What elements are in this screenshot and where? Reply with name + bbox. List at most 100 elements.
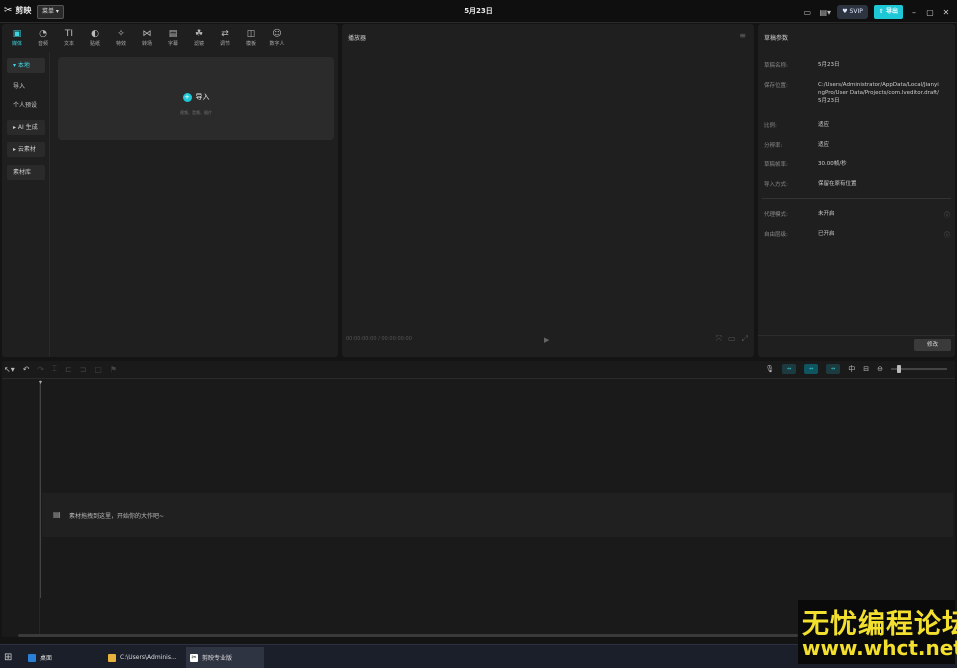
main-track-magnet-icon[interactable]: ⇔ <box>782 364 797 374</box>
watermark: 无忧编程论坛 www.whct.net <box>798 600 957 664</box>
import-dropzone[interactable]: + 导入 视频、音频、图片 <box>58 57 334 140</box>
sidebar-item-personal-preset[interactable]: 个人预设 <box>7 98 45 113</box>
sidebar-item-library[interactable]: 素材库 <box>7 165 45 180</box>
timeline-edit-tools: ↖▾ ↶ ↷ ⌶ ⊏ ⊐ ▢ ⚑ <box>4 364 117 374</box>
layout-icon[interactable]: ▤▾ <box>819 8 831 17</box>
media-panel: ▣ 媒体 ◔ 音频 TI 文本 ◐ 贴纸 ✧ 特效 ⋈ 转场 ▤ 字幕 ☘ 滤镜 ⇄ 调节 ◫ 模板 ☺ 数字人 ▾ 本地… <box>2 24 338 357</box>
tab-template[interactable]: ◫ 模板 <box>238 24 264 51</box>
media-sidebar: ▾ 本地 导入 个人预设 ▸ AI 生成 ▸ 云素材 素材库 <box>2 52 50 357</box>
zoom-out-icon[interactable]: ⊖ <box>877 365 883 373</box>
fit-timeline-icon[interactable]: ⊟ <box>863 365 869 373</box>
play-icon[interactable]: ▶ <box>544 336 549 344</box>
minimize-icon[interactable]: – <box>909 8 919 17</box>
import-button[interactable]: + 导入 <box>58 92 334 102</box>
split-right-icon[interactable]: ⊐ <box>80 365 87 374</box>
close-icon[interactable]: ✕ <box>941 8 951 17</box>
timeline-scrollbar[interactable] <box>18 634 798 637</box>
sticker-icon: ◐ <box>91 28 99 39</box>
taskbar-label: 剪映专业版 <box>202 655 233 662</box>
tab-label: 贴纸 <box>89 40 100 47</box>
menu-button[interactable]: 菜单 ▾ <box>37 5 64 19</box>
prop-value: C:/Users/Administrator/AppData/Local/Jia… <box>818 82 940 104</box>
select-tool-icon[interactable]: ↖▾ <box>4 365 15 374</box>
shortcut-icon[interactable]: ▭ <box>801 8 813 17</box>
crop-icon[interactable]: ⤧ <box>716 334 722 344</box>
info-icon[interactable]: ⓘ <box>944 210 950 219</box>
tab-filter[interactable]: ☘ 滤镜 <box>186 24 212 51</box>
tab-media[interactable]: ▣ 媒体 <box>4 24 30 51</box>
sidebar-item-local[interactable]: ▾ 本地 <box>7 58 45 73</box>
prop-value: 已开启 <box>818 231 835 237</box>
prop-value: 适应 <box>818 122 830 128</box>
split-left-icon[interactable]: ⊏ <box>65 365 72 374</box>
export-label: 导出 <box>885 8 898 15</box>
desktop-icon <box>28 653 36 662</box>
fullscreen-icon[interactable]: ⤢ <box>742 334 748 344</box>
capcut-logo-icon: ✂ <box>4 5 13 16</box>
info-icon[interactable]: ⓘ <box>944 230 950 239</box>
undo-icon[interactable]: ↶ <box>23 365 30 374</box>
tab-transition[interactable]: ⋈ 转场 <box>134 24 160 51</box>
text-icon: TI <box>64 28 74 39</box>
playhead-line[interactable] <box>40 380 41 598</box>
linkage-icon[interactable]: ⇔ <box>826 364 841 374</box>
export-button[interactable]: ⇧ 导出 <box>873 5 903 19</box>
capcut-app-icon: ✂ <box>190 653 198 662</box>
digital-human-icon: ☺ <box>272 28 282 39</box>
taskbar-item-jianying[interactable]: ✂ 剪映专业版 <box>186 647 264 668</box>
redo-icon[interactable]: ↷ <box>37 365 44 374</box>
media-icon: ▣ <box>12 28 22 39</box>
prop-key: 分辨率: <box>764 143 783 149</box>
maximize-icon[interactable]: ▢ <box>925 8 935 17</box>
prop-key: 自由层级: <box>764 232 788 238</box>
prop-value: 5月23日 <box>818 62 840 68</box>
microphone-icon[interactable]: 🎙 <box>765 365 774 373</box>
app-window: ✂ 剪映 菜单 ▾ 5月23日 ▭ ▤▾ ♥ SVIP ⇧ 导出 – ▢ ✕ ▣… <box>0 0 957 668</box>
auto-snap-icon[interactable]: ⇔ <box>804 364 819 374</box>
sidebar-item-cloud[interactable]: ▸ 云素材 <box>7 142 45 157</box>
taskbar-label: C:\Users\Adminis... <box>120 654 177 661</box>
prop-key: 保存位置: <box>764 83 788 89</box>
tab-subtitle[interactable]: ▤ 字幕 <box>160 24 186 51</box>
prop-value: 适应 <box>818 142 830 148</box>
tab-label: 模板 <box>245 40 256 47</box>
ratio-icon[interactable]: ▭ <box>728 334 736 344</box>
tab-sticker[interactable]: ◐ 贴纸 <box>82 24 108 51</box>
prop-row-proxy: 代理模式: 未开启 ⓘ <box>764 210 950 219</box>
prop-row-framerate: 草稿帧率: 30.00帧/秒 <box>764 160 950 168</box>
film-icon: ▤ <box>53 510 61 519</box>
tab-digital-human[interactable]: ☺ 数字人 <box>264 24 290 51</box>
player-controls: ⤧ ▭ ⤢ <box>716 334 748 344</box>
media-tabs: ▣ 媒体 ◔ 音频 TI 文本 ◐ 贴纸 ✧ 特效 ⋈ 转场 ▤ 字幕 ☘ 滤镜 ⇄ 调节 ◫ 模板 ☺ 数字人 <box>4 24 336 51</box>
sidebar-item-import[interactable]: 导入 <box>7 79 45 94</box>
player-title: 播放器 <box>348 35 367 42</box>
prop-value: 30.00帧/秒 <box>818 161 847 167</box>
player-menu-icon[interactable]: ≡ <box>739 31 746 40</box>
tab-audio[interactable]: ◔ 音频 <box>30 24 56 51</box>
prop-row-free-layer: 自由层级: 已开启 ⓘ <box>764 230 950 239</box>
delete-icon[interactable]: ▢ <box>94 365 102 374</box>
tab-adjust[interactable]: ⇄ 调节 <box>212 24 238 51</box>
zoom-slider[interactable] <box>891 365 947 373</box>
svip-badge[interactable]: ♥ SVIP <box>837 5 868 19</box>
prop-key: 草稿帧率: <box>764 162 788 168</box>
title-bar: ✂ 剪映 菜单 ▾ 5月23日 ▭ ▤▾ ♥ SVIP ⇧ 导出 – ▢ ✕ <box>0 0 957 23</box>
playhead-handle-icon[interactable]: ▾ <box>37 380 44 386</box>
tab-effects[interactable]: ✧ 特效 <box>108 24 134 51</box>
audio-icon: ◔ <box>39 28 47 39</box>
marker-icon[interactable]: ⚑ <box>110 365 117 374</box>
prop-key: 代理模式: <box>764 212 788 218</box>
filter-icon: ☘ <box>194 28 204 39</box>
timeline-drop-zone[interactable]: ▤ 素材拖拽到这里，开始你的大作吧~ <box>42 493 953 537</box>
split-icon[interactable]: ⌶ <box>52 364 57 374</box>
taskbar-item-explorer[interactable]: C:\Users\Adminis... <box>104 647 181 668</box>
prop-row-ratio: 比例: 适应 <box>764 121 950 129</box>
sidebar-item-ai[interactable]: ▸ AI 生成 <box>7 120 45 135</box>
zoom-slider-handle[interactable] <box>897 365 901 373</box>
modify-button[interactable]: 修改 <box>914 339 951 351</box>
windows-start-icon[interactable]: ⊞ <box>4 652 12 663</box>
taskbar-item-desktop[interactable]: 桌面 <box>24 647 56 668</box>
tab-text[interactable]: TI 文本 <box>56 24 82 51</box>
subtitle-icon: ▤ <box>168 28 178 39</box>
preview-axis-icon[interactable]: 中 <box>848 364 855 374</box>
